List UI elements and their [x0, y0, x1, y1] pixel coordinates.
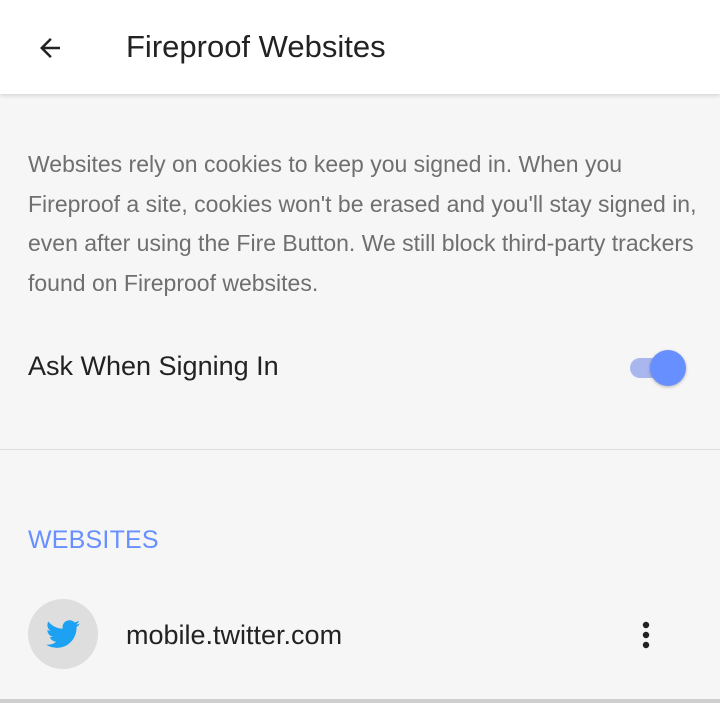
twitter-bird-icon — [46, 620, 80, 648]
ask-when-signing-in-label: Ask When Signing In — [28, 351, 279, 381]
bottom-edge — [0, 699, 720, 703]
website-list-item[interactable]: mobile.twitter.com — [0, 595, 720, 675]
toggle-thumb — [650, 350, 686, 386]
arrow-back-icon — [40, 38, 60, 58]
more-vertical-icon — [642, 621, 650, 649]
back-button[interactable] — [22, 20, 78, 76]
page-title: Fireproof Websites — [126, 29, 386, 64]
websites-section-header: WEBSITES — [28, 526, 159, 554]
top-app-bar: Fireproof Websites — [0, 0, 720, 94]
section-divider — [0, 449, 720, 450]
ask-when-signing-in-row[interactable]: Ask When Signing In — [0, 330, 720, 402]
fireproof-description: Websites rely on cookies to keep you sig… — [28, 151, 697, 296]
website-overflow-menu-button[interactable] — [624, 611, 668, 659]
ask-when-signing-in-toggle[interactable] — [630, 350, 688, 386]
app-screen: Fireproof Websites Websites rely on cook… — [0, 0, 720, 703]
website-domain: mobile.twitter.com — [126, 620, 343, 650]
site-favicon — [28, 599, 98, 669]
